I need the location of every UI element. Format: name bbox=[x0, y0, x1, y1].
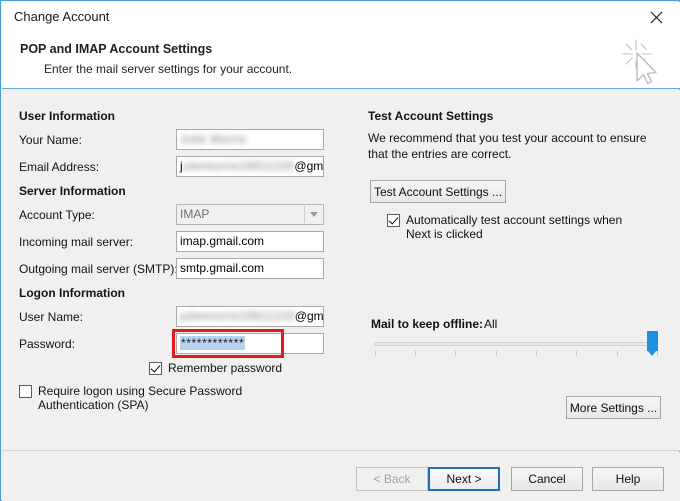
checkbox-icon-checked bbox=[387, 214, 400, 227]
outgoing-mail-server-input[interactable]: smtp.gmail.com bbox=[176, 258, 324, 279]
user-name-input[interactable]: juliemorris19811220@gmail. bbox=[176, 306, 324, 327]
slider-tick bbox=[617, 351, 618, 356]
checkbox-icon-unchecked bbox=[19, 385, 32, 398]
checkbox-icon-checked bbox=[149, 362, 162, 375]
label-account-type: Account Type: bbox=[19, 208, 95, 222]
dialog-footer: < Back Next > Cancel Help bbox=[2, 452, 680, 501]
cursor-sparkle-icon bbox=[612, 36, 668, 86]
account-type-value: IMAP bbox=[180, 207, 210, 221]
outgoing-mail-server-value: smtp.gmail.com bbox=[180, 261, 265, 275]
section-server-information: Server Information bbox=[19, 184, 126, 198]
next-button[interactable]: Next > bbox=[428, 467, 500, 491]
section-user-information: User Information bbox=[19, 109, 116, 123]
offline-slider-track[interactable] bbox=[374, 342, 658, 356]
help-button[interactable]: Help bbox=[592, 467, 664, 491]
page-title: POP and IMAP Account Settings bbox=[20, 42, 213, 56]
label-your-name: Your Name: bbox=[19, 133, 82, 147]
offline-slider-thumb[interactable] bbox=[647, 331, 658, 356]
section-logon-information: Logon Information bbox=[19, 286, 125, 300]
slider-tick bbox=[536, 351, 537, 356]
slider-tick bbox=[415, 351, 416, 356]
require-spa-checkbox[interactable]: Require logon using Secure Password Auth… bbox=[19, 384, 319, 412]
require-spa-label: Require logon using Secure Password Auth… bbox=[38, 384, 243, 412]
your-name-input[interactable]: Julie Morris bbox=[176, 129, 324, 150]
title-bar: Change Account bbox=[2, 2, 680, 32]
window-title: Change Account bbox=[14, 9, 110, 24]
label-password: Password: bbox=[19, 337, 76, 351]
cancel-button[interactable]: Cancel bbox=[511, 467, 583, 491]
auto-test-checkbox[interactable]: Automatically test account settings when… bbox=[387, 213, 647, 241]
dialog-header: POP and IMAP Account Settings Enter the … bbox=[2, 32, 680, 89]
dialog-body: User Information Your Name: Julie Morris… bbox=[2, 90, 680, 451]
label-incoming-mail-server: Incoming mail server: bbox=[19, 235, 134, 249]
your-name-value: Julie Morris bbox=[180, 132, 247, 146]
password-value: ************ bbox=[180, 336, 246, 350]
slider-tick bbox=[496, 351, 497, 356]
email-visible-tail: @gmail. bbox=[294, 159, 324, 173]
user-name-redacted-value: juliemorris19811220 bbox=[180, 309, 295, 323]
close-icon[interactable] bbox=[636, 2, 676, 32]
slider-tick bbox=[576, 351, 577, 356]
label-email-address: Email Address: bbox=[19, 160, 100, 174]
label-outgoing-mail-server: Outgoing mail server (SMTP): bbox=[19, 262, 178, 276]
section-test-account-settings: Test Account Settings bbox=[368, 109, 494, 123]
chevron-down-icon bbox=[304, 206, 322, 223]
incoming-mail-server-value: imap.gmail.com bbox=[180, 234, 265, 248]
remember-password-checkbox[interactable]: Remember password bbox=[149, 361, 282, 375]
incoming-mail-server-input[interactable]: imap.gmail.com bbox=[176, 231, 324, 252]
password-input[interactable]: ************ bbox=[176, 333, 324, 354]
email-redacted-value: uliemorris19811220 bbox=[182, 159, 295, 173]
account-type-dropdown[interactable]: IMAP bbox=[176, 204, 324, 225]
back-button[interactable]: < Back bbox=[356, 467, 428, 491]
slider-tick bbox=[455, 351, 456, 356]
offline-slider-value: All bbox=[484, 317, 498, 331]
test-account-description: We recommend that you test your account … bbox=[368, 131, 647, 161]
email-address-input[interactable]: juliemorris19811220@gmail. bbox=[176, 156, 324, 177]
page-subtitle: Enter the mail server settings for your … bbox=[44, 62, 293, 76]
slider-tick bbox=[657, 351, 658, 356]
remember-password-label: Remember password bbox=[168, 361, 283, 375]
change-account-dialog: Change Account POP and IMAP Account Sett… bbox=[0, 0, 680, 501]
label-user-name: User Name: bbox=[19, 310, 84, 324]
user-name-visible-tail: @gmail. bbox=[294, 309, 324, 323]
offline-slider-label: Mail to keep offline: bbox=[371, 317, 484, 331]
auto-test-label: Automatically test account settings when… bbox=[406, 213, 623, 241]
slider-tick bbox=[375, 351, 376, 356]
more-settings-button[interactable]: More Settings ... bbox=[566, 396, 661, 419]
test-account-settings-button[interactable]: Test Account Settings ... bbox=[370, 180, 506, 203]
